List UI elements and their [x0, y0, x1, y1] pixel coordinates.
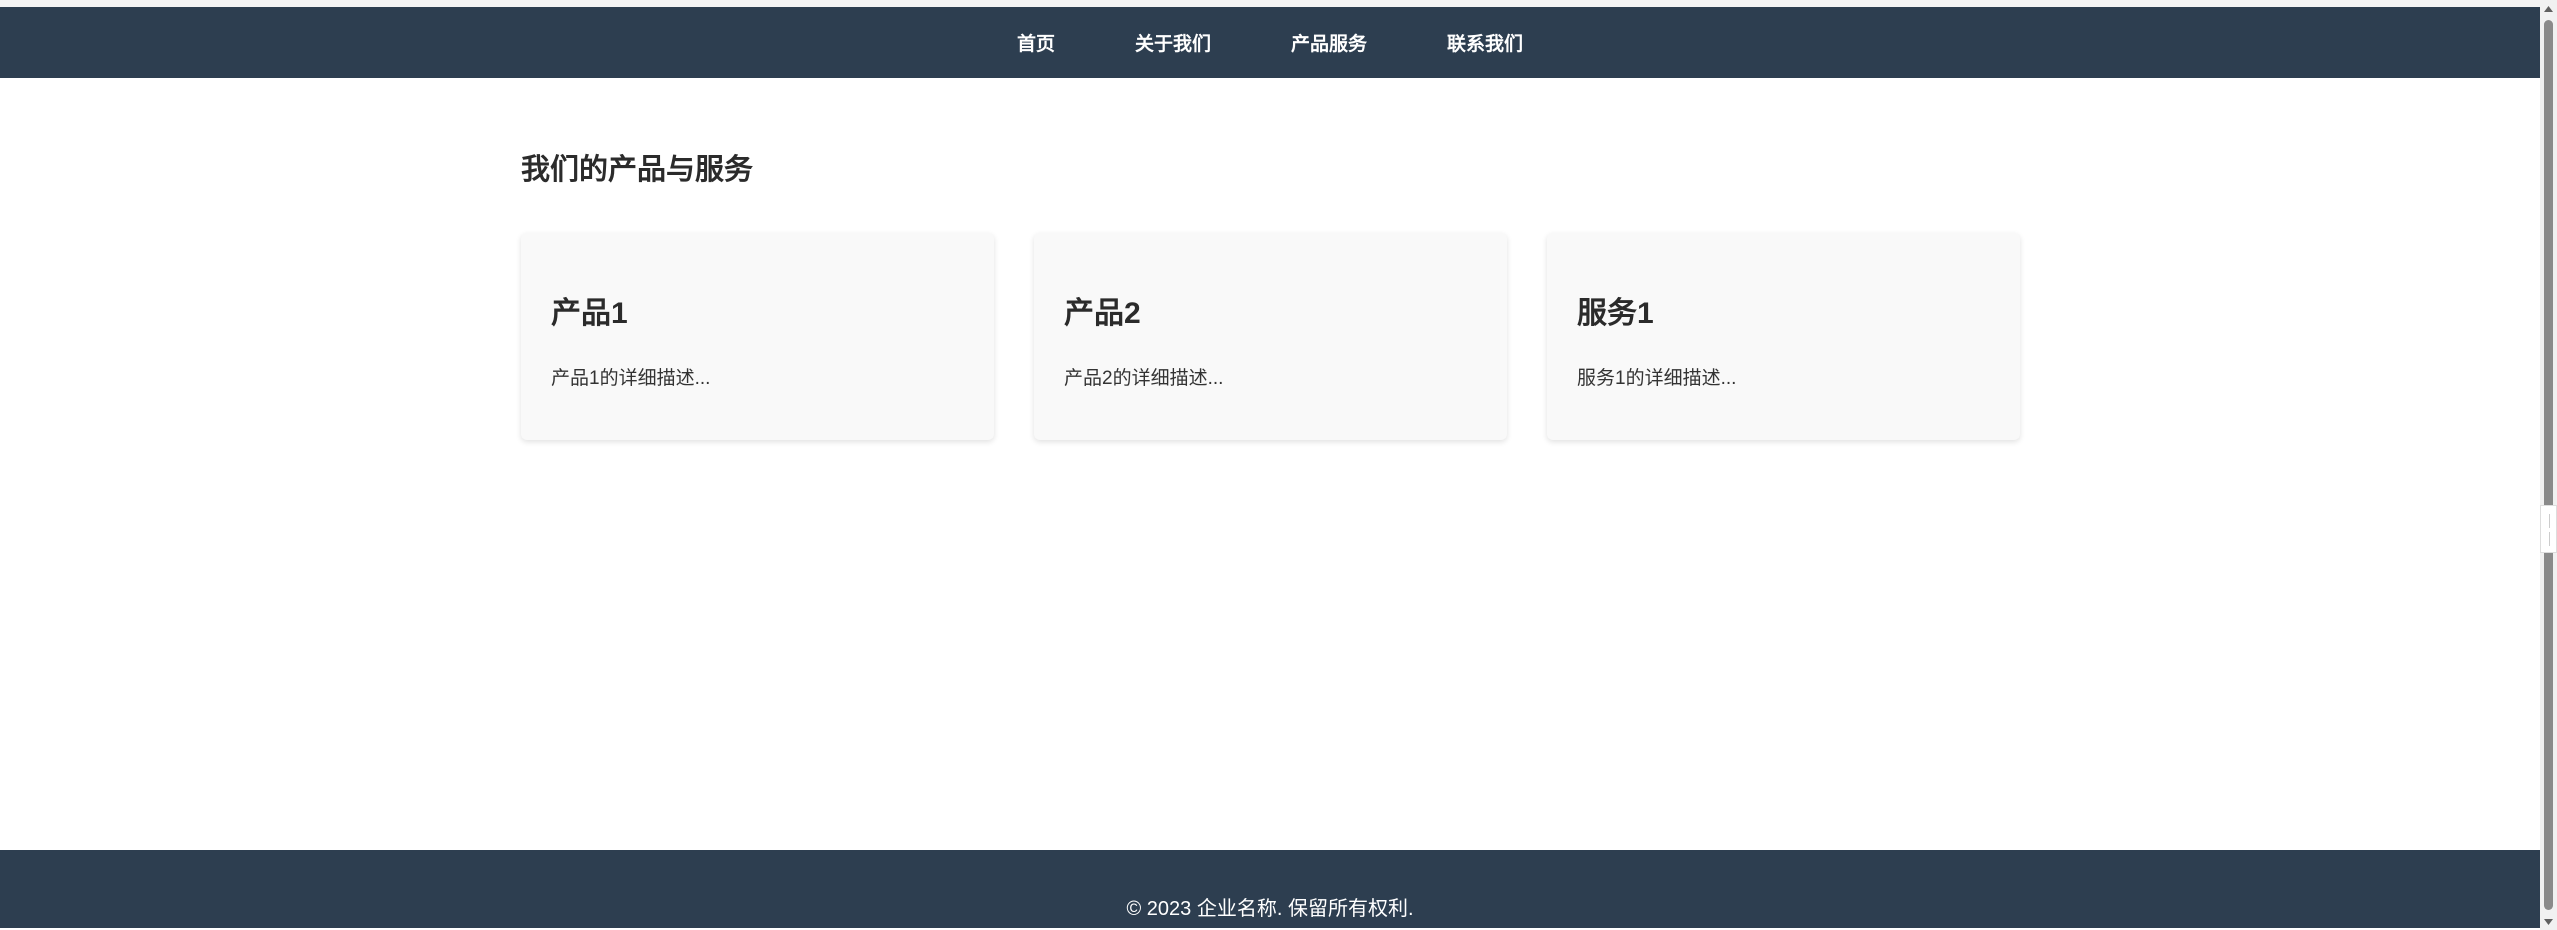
service-card: 服务1 服务1的详细描述...: [1547, 233, 2020, 440]
card-description: 产品2的详细描述...: [1064, 368, 1224, 389]
card-title: 服务1: [1577, 297, 1654, 330]
triangle-down-icon: [2544, 918, 2553, 925]
nav-item-about[interactable]: 关于我们: [1135, 29, 1211, 56]
product-card: 产品1 产品1的详细描述...: [521, 233, 994, 440]
handle-grip: [2549, 532, 2550, 546]
scroll-down-button[interactable]: [2540, 913, 2557, 930]
top-edge: [0, 0, 2540, 7]
handle-grip: [2549, 514, 2550, 528]
card-title: 产品2: [1064, 297, 1141, 330]
top-navbar: 首页 关于我们 产品服务 联系我们: [0, 7, 2540, 78]
section-title: 我们的产品与服务: [521, 154, 754, 186]
page-footer: © 2023 企业名称. 保留所有权利.: [0, 850, 2540, 928]
nav-item-contact[interactable]: 联系我们: [1447, 29, 1523, 56]
scrollbar-thumb[interactable]: [2544, 20, 2553, 910]
card-description: 服务1的详细描述...: [1577, 368, 1737, 389]
card-title: 产品1: [551, 297, 628, 330]
main-content: 我们的产品与服务 产品1 产品1的详细描述... 产品2 产品2的详细描述...…: [0, 78, 2540, 850]
product-card: 产品2 产品2的详细描述...: [1034, 233, 1507, 440]
nav-item-products[interactable]: 产品服务: [1291, 29, 1367, 56]
triangle-up-icon: [2544, 5, 2553, 12]
footer-copyright: © 2023 企业名称. 保留所有权利.: [1126, 898, 1414, 920]
card-description: 产品1的详细描述...: [551, 368, 711, 389]
side-panel-handle[interactable]: [2540, 505, 2557, 553]
nav-item-home[interactable]: 首页: [1017, 29, 1055, 56]
vertical-scrollbar[interactable]: [2540, 0, 2557, 930]
browser-viewport: 首页 关于我们 产品服务 联系我们 我们的产品与服务 产品1 产品1的详细描述.…: [0, 0, 2557, 930]
scroll-up-button[interactable]: [2540, 0, 2557, 17]
